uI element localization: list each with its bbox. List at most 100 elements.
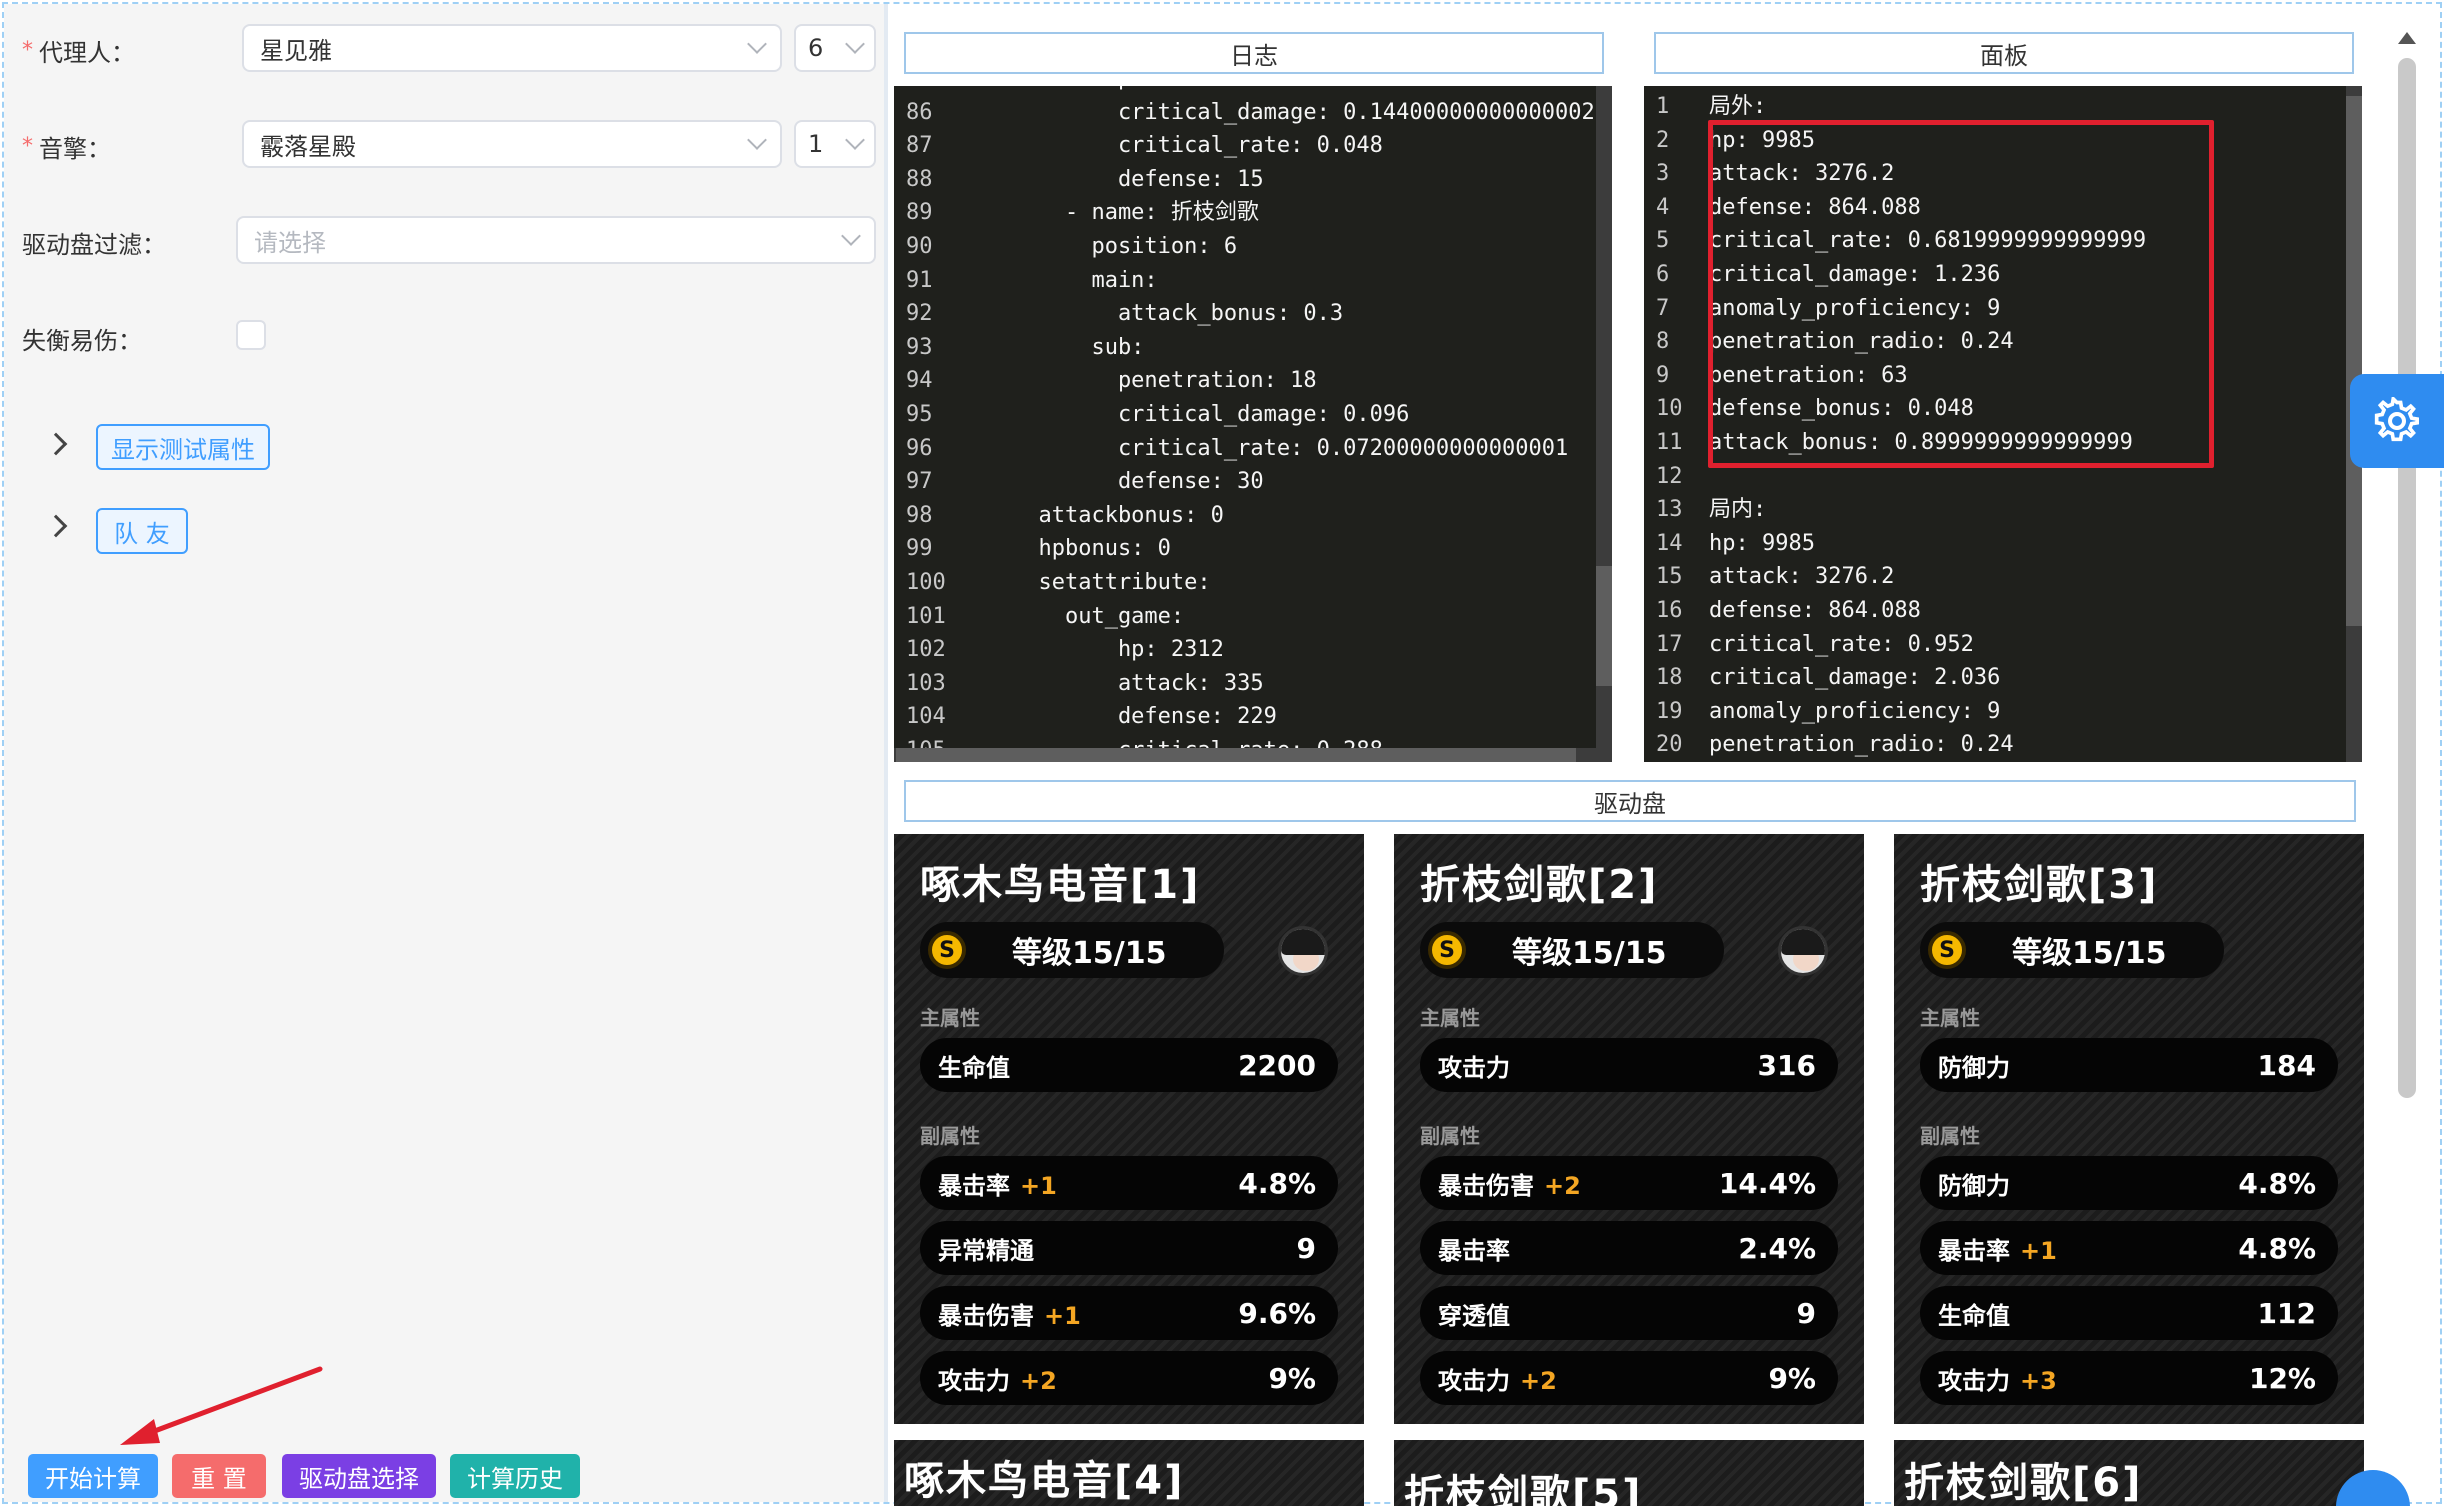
agent-row: * 代理人： — [22, 26, 135, 74]
log-vertical-scrollbar[interactable] — [1596, 86, 1612, 748]
sub-attr-row: 防御力 4.8% — [1920, 1156, 2338, 1210]
drive-card-2[interactable]: 折枝剑歌[2] S 等级15/15 主属性 攻击力 316 副属性 暴击伤害 +2 14.4% 暴击… — [1394, 834, 1864, 1424]
main-attr-row: 生命值 2200 — [920, 1038, 1338, 1092]
log-header: 日志 — [904, 32, 1604, 74]
log-line: 102 hp: 2312 — [894, 633, 1612, 667]
attr-name: 穿透值 — [1438, 1301, 1510, 1330]
attr-upgrade-count: +1 — [1044, 1301, 1081, 1330]
app-root: * 代理人： 星见雅 6 * 音擎： 霰落星殿 1 驱动盘过滤： 请选择 失衡易… — [0, 0, 2444, 1506]
engine-select[interactable]: 霰落星殿 — [242, 120, 782, 168]
chevron-right-icon[interactable] — [44, 432, 68, 456]
required-mark: * — [22, 37, 33, 63]
panel-line: 19 anomaly_proficiency: 9 — [1644, 695, 2362, 729]
panel-line: 16 defense: 864.088 — [1644, 594, 2362, 628]
attr-name: 攻击力 — [1438, 1366, 1510, 1395]
attr-name: 异常精通 — [938, 1236, 1034, 1265]
drive-card-3[interactable]: 折枝剑歌[3] S 等级15/15 主属性 防御力 184 副属性 防御力 4.8% 暴击率 +1 4… — [1894, 834, 2364, 1424]
highlight-box — [1708, 120, 2214, 468]
sub-attr-row: 穿透值 9 — [1420, 1286, 1838, 1340]
attr-upgrade-count: +2 — [1520, 1366, 1557, 1395]
attr-value: 9% — [1268, 1361, 1316, 1395]
engine-label: 音擎： — [39, 134, 111, 163]
line-text: critical_rate: 0.07200000000000001 — [959, 435, 1569, 461]
page-scrollbar-thumb[interactable] — [2398, 58, 2416, 1098]
level-text: 等级15/15 — [1512, 936, 1667, 971]
log-line: 101 out_game: — [894, 600, 1612, 634]
line-number: 9 — [1656, 362, 1670, 388]
stun-vuln-checkbox[interactable] — [236, 320, 266, 350]
teammates-button[interactable]: 队 友 — [96, 508, 188, 554]
attr-value: 9.6% — [1238, 1296, 1316, 1330]
log-scroll-thumb[interactable] — [1596, 566, 1612, 686]
scroll-up-arrow-icon[interactable] — [2398, 32, 2416, 44]
line-number: 102 — [906, 637, 946, 663]
attr-name: 生命值 — [938, 1053, 1010, 1082]
panel-line: 1 局外: — [1644, 90, 2362, 124]
attr-name: 攻击力 — [1438, 1053, 1510, 1082]
line-text: attackbonus: 0 — [959, 502, 1224, 528]
drive-card-4[interactable]: 啄木鸟电音[4] — [894, 1440, 1364, 1506]
line-number: 94 — [906, 368, 933, 394]
agent-value: 星见雅 — [260, 36, 332, 65]
log-line: 88 defense: 15 — [894, 163, 1612, 197]
attr-value: 9% — [1768, 1361, 1816, 1395]
line-text: penetration: 18 — [959, 86, 1317, 91]
settings-button[interactable] — [2350, 374, 2444, 468]
line-number: 86 — [906, 99, 933, 125]
agent-level-value: 6 — [808, 34, 824, 62]
line-text: 局内: — [1709, 497, 1767, 523]
main-attr-row: 防御力 184 — [1920, 1038, 2338, 1092]
log-code-editor[interactable]: 105 critical_rate: 0.288104 defense: 229… — [894, 86, 1612, 762]
line-text: hpbonus: 0 — [959, 536, 1171, 562]
chevron-right-icon[interactable] — [44, 514, 68, 538]
engine-level-select[interactable]: 1 — [794, 120, 876, 168]
annotation-arrow-icon — [120, 1366, 323, 1445]
attr-value: 4.8% — [2238, 1166, 2316, 1200]
sub-attr-row: 生命值 112 — [1920, 1286, 2338, 1340]
attr-name: 暴击率 — [1438, 1236, 1510, 1265]
log-line: 103 attack: 335 — [894, 667, 1612, 701]
reset-button[interactable]: 重 置 — [172, 1454, 266, 1498]
line-text: critical_rate: 0.048 — [959, 133, 1383, 159]
drive-filter-row: 驱动盘过滤： — [22, 218, 166, 266]
agent-level-select[interactable]: 6 — [794, 24, 876, 72]
attr-upgrade-count: +1 — [1020, 1171, 1057, 1200]
line-number: 13 — [1656, 497, 1683, 523]
line-number: 101 — [906, 603, 946, 629]
line-text: defense: 864.088 — [1709, 598, 1921, 623]
log-hscroll-thumb[interactable] — [896, 748, 1576, 762]
line-text: defense: 30 — [959, 469, 1264, 495]
drive-card-5[interactable]: 折枝剑歌[5] — [1394, 1440, 1864, 1506]
line-number: 10 — [1656, 396, 1683, 422]
split-divider[interactable] — [884, 4, 888, 1502]
panel-header: 面板 — [1654, 32, 2354, 74]
line-text: hp: 2312 — [959, 637, 1224, 663]
main-attr-label: 主属性 — [1920, 1006, 1980, 1030]
line-text: hp: 9985 — [1709, 530, 1815, 556]
line-number: 98 — [906, 502, 933, 528]
agent-select[interactable]: 星见雅 — [242, 24, 782, 72]
line-number: 85 — [894, 86, 959, 96]
drive-card-1[interactable]: 啄木鸟电音[1] S 等级15/15 主属性 生命值 2200 副属性 暴击率 +1 4.8% 异常… — [894, 834, 1364, 1424]
start-calc-button[interactable]: 开始计算 — [28, 1454, 158, 1498]
disk-select-button[interactable]: 驱动盘选择 — [282, 1454, 436, 1498]
drive-card-6[interactable]: 折枝剑歌[6] — [1894, 1440, 2364, 1506]
show-test-attrs-button[interactable]: 显示测试属性 — [96, 424, 270, 470]
log-line: 86 critical_damage: 0.14400000000000002 — [894, 96, 1612, 130]
line-number: 87 — [906, 133, 933, 159]
log-line: 96 critical_rate: 0.07200000000000001 — [894, 432, 1612, 466]
calc-history-button[interactable]: 计算历史 — [450, 1454, 580, 1498]
line-number: 16 — [1656, 598, 1683, 623]
line-number: 2 — [1656, 127, 1670, 153]
attr-upgrade-count: +2 — [1544, 1171, 1581, 1200]
drive-filter-select[interactable]: 请选择 — [236, 216, 876, 264]
chevron-down-icon — [845, 34, 865, 54]
drive-filter-placeholder: 请选择 — [254, 228, 326, 257]
line-number: 5 — [1656, 228, 1670, 254]
log-horizontal-scrollbar[interactable] — [894, 748, 1612, 762]
log-line: 93 sub: — [894, 331, 1612, 365]
panel-scroll-thumb[interactable] — [2346, 96, 2362, 626]
level-badge: S 等级15/15 — [1920, 922, 2224, 978]
engine-level-value: 1 — [808, 130, 824, 158]
coin-icon: S — [1428, 931, 1466, 969]
